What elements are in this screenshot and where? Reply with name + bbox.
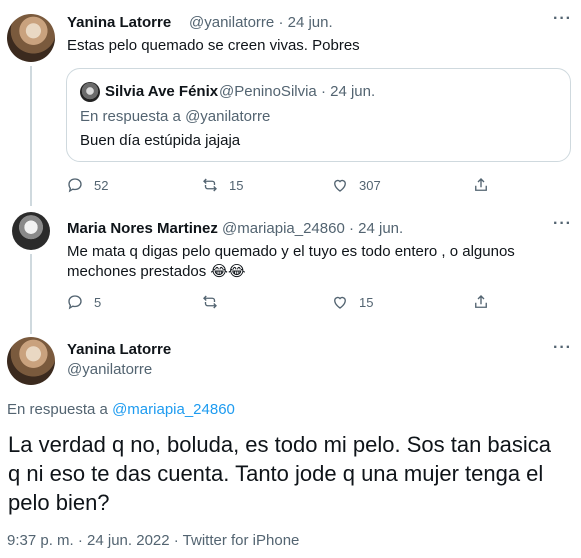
more-horizontal-icon[interactable]: ···	[553, 215, 572, 233]
tweet-date[interactable]: 24 jun.	[358, 220, 403, 237]
separator-dot: ·	[278, 14, 284, 31]
author-meta: @yanilatorre · 24 jun.	[189, 14, 333, 31]
tweet-text-line: mechones prestados 😂😂	[67, 263, 246, 280]
retweet-button[interactable]: 15	[201, 176, 243, 194]
main-tweet-text: La verdad q no, boluda, es todo mi pelo.…	[8, 432, 552, 515]
retweet-button[interactable]	[201, 293, 229, 311]
more-horizontal-icon[interactable]: ···	[553, 10, 572, 28]
retweet-icon	[203, 178, 217, 192]
more-horizontal-icon[interactable]: ···	[553, 339, 572, 357]
retweet-icon	[203, 295, 217, 309]
reply-count: 52	[94, 177, 109, 193]
reply-handle: @yanilatorre	[185, 108, 271, 125]
quoted-text: Buen día estúpida jajaja	[80, 132, 241, 149]
quoted-author-name: Silvia Ave Fénix	[105, 83, 219, 100]
like-icon	[334, 179, 346, 192]
quoted-tweet[interactable]: Silvia Ave Fénix @PeninoSilvia · 24 jun.…	[66, 68, 571, 162]
reply-prefix: En respuesta a	[80, 108, 181, 125]
avatar-yanina[interactable]	[7, 337, 55, 385]
like-count: 307	[359, 177, 381, 193]
tweet-timestamp[interactable]: 9:37 p. m. · 24 jun. 2022 · Twitter for …	[7, 532, 299, 549]
tweet-text: Estas pelo quemado se creen vivas. Pobre…	[67, 37, 360, 54]
thread-line	[30, 66, 32, 206]
avatar-maria[interactable]	[12, 212, 50, 250]
quoted-reply-context: En respuesta a @yanilatorre	[80, 108, 270, 125]
like-count: 15	[359, 294, 374, 310]
tweet-text: Me mata q digas pelo quemado y el tuyo e…	[67, 242, 567, 282]
author-name[interactable]: Yanina Latorre	[67, 341, 171, 358]
like-button[interactable]: 307	[331, 176, 381, 194]
share-button[interactable]	[472, 176, 490, 194]
tweet-date[interactable]: 24 jun.	[288, 14, 333, 31]
share-icon	[475, 178, 487, 191]
author-name[interactable]: Yanina Latorre	[67, 14, 171, 31]
like-icon	[334, 296, 346, 309]
share-button[interactable]	[472, 293, 490, 311]
quoted-author-meta: @PeninoSilvia · 24 jun.	[219, 83, 375, 100]
quoted-author-handle: @PeninoSilvia	[219, 83, 317, 100]
reply-context: En respuesta a @mariapia_24860	[7, 401, 235, 418]
avatar-silvia	[80, 82, 100, 102]
quoted-date: 24 jun.	[330, 83, 376, 100]
reply-icon	[68, 178, 82, 193]
retweet-count: 15	[229, 177, 244, 193]
separator-dot: ·	[320, 83, 326, 100]
reply-button[interactable]: 52	[66, 176, 108, 194]
author-meta: @mariapia_24860 · 24 jun.	[222, 220, 403, 237]
reply-button[interactable]: 5	[66, 293, 101, 311]
reply-handle-link[interactable]: @mariapia_24860	[112, 401, 235, 418]
author-handle[interactable]: @yanilatorre	[67, 361, 152, 378]
reply-count: 5	[94, 294, 102, 310]
reply-prefix: En respuesta a	[7, 401, 108, 418]
reply-icon	[68, 295, 82, 310]
author-name[interactable]: Maria Nores Martinez	[67, 220, 218, 237]
separator-dot: ·	[348, 220, 354, 237]
thread-line	[30, 254, 32, 334]
tweet-text-line: Me mata q digas pelo quemado y el tuyo e…	[67, 243, 515, 260]
like-button[interactable]: 15	[331, 293, 373, 311]
avatar-yanina[interactable]	[7, 14, 55, 62]
share-icon	[475, 295, 487, 308]
author-handle[interactable]: @yanilatorre	[189, 14, 274, 31]
author-handle[interactable]: @mariapia_24860	[222, 220, 345, 237]
